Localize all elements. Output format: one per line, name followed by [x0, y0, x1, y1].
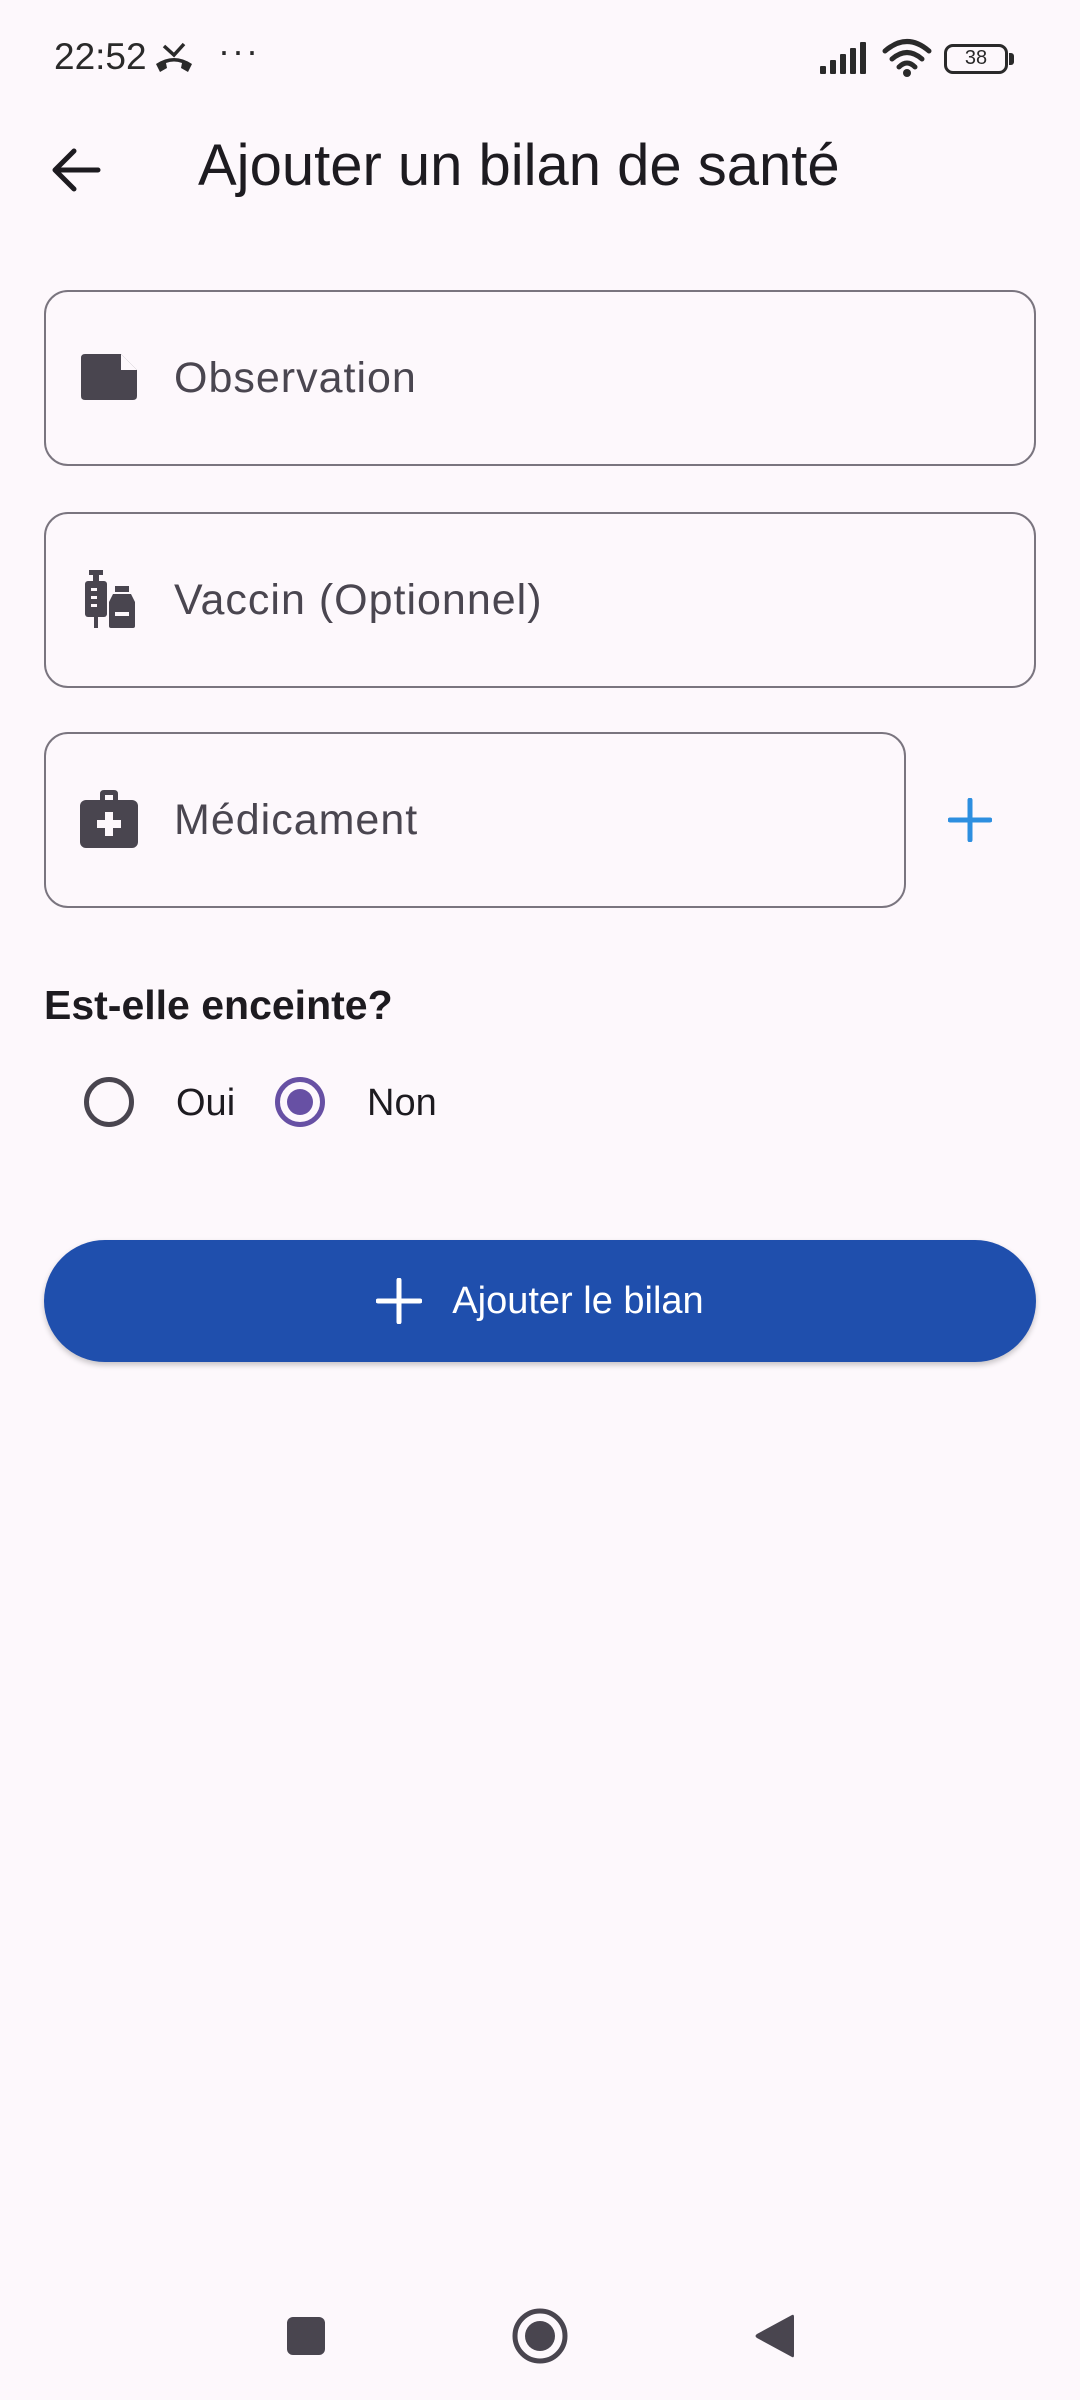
status-bar: 22:52 ··· 38	[0, 0, 1080, 120]
pregnancy-question: Est-elle enceinte?	[44, 982, 393, 1028]
medicament-field[interactable]	[44, 732, 906, 908]
battery-icon: 38	[944, 44, 1014, 74]
radio-dot	[287, 1089, 313, 1115]
missed-call-icon	[156, 42, 192, 72]
add-bilan-label: Ajouter le bilan	[452, 1279, 704, 1322]
radio-label-non[interactable]: Non	[367, 1082, 437, 1125]
plus-icon	[948, 798, 992, 842]
signal-icon	[820, 42, 866, 74]
wifi-icon	[882, 39, 932, 77]
radio-circle	[275, 1077, 325, 1127]
vaccin-field[interactable]	[44, 512, 1036, 688]
home-button[interactable]	[498, 2294, 582, 2378]
page-title: Ajouter un bilan de santé	[198, 133, 840, 198]
medicament-input[interactable]	[174, 734, 880, 906]
observation-field[interactable]	[44, 290, 1036, 466]
vaccin-input[interactable]	[174, 514, 1010, 686]
navigation-bar	[0, 2272, 1080, 2400]
observation-input[interactable]	[174, 292, 1010, 464]
vaccine-icon	[80, 570, 138, 628]
add-medicament-button[interactable]	[930, 780, 1010, 860]
add-bilan-button[interactable]: Ajouter le bilan	[44, 1240, 1036, 1362]
plus-icon	[376, 1278, 423, 1324]
nav-back-button[interactable]	[732, 2294, 816, 2378]
radio-circle	[84, 1077, 134, 1127]
recents-button[interactable]	[264, 2294, 348, 2378]
arrow-back-icon	[52, 148, 101, 192]
radio-oui[interactable]	[79, 1072, 139, 1132]
battery-level: 38	[964, 47, 988, 69]
screen: 22:52 ··· 38 Ajouter un bilan de santé O…	[0, 0, 1080, 2400]
medical-bag-icon	[80, 790, 138, 848]
radio-label-oui[interactable]: Oui	[176, 1082, 235, 1125]
radio-non[interactable]	[270, 1072, 330, 1132]
home-icon	[512, 2308, 568, 2364]
note-icon	[80, 348, 138, 406]
status-time: 22:52	[54, 36, 147, 77]
more-notifications: ···	[218, 30, 260, 71]
back-button[interactable]	[36, 130, 116, 210]
back-icon	[755, 2314, 794, 2358]
recents-icon	[287, 2317, 325, 2355]
